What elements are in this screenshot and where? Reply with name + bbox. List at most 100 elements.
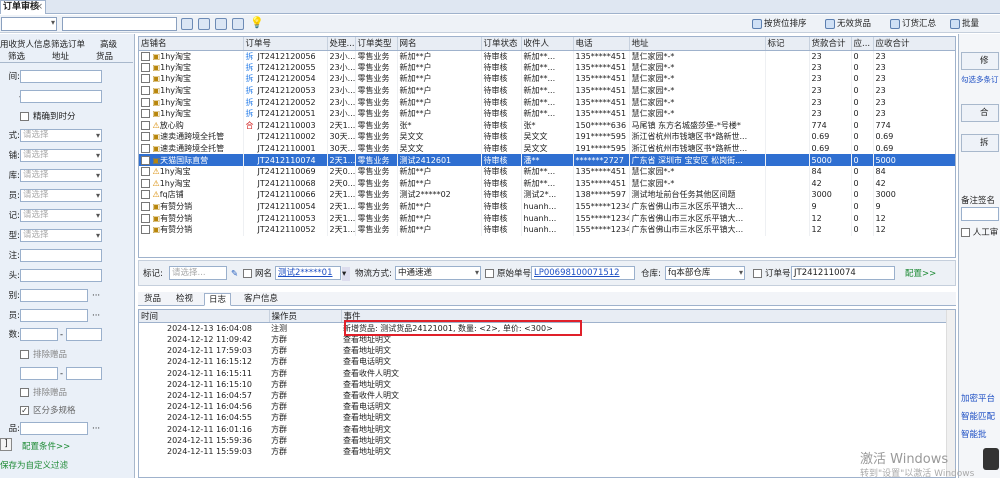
count-max-input[interactable] <box>66 328 102 341</box>
row-checkbox[interactable] <box>141 225 150 235</box>
warehouse-select-detail[interactable]: fq本部仓库 <box>665 266 745 280</box>
table-row[interactable]: ▣有赞分销 JT2412110053 2天1... 零售业务 新加**户 待审核 huanh… <box>139 212 955 224</box>
edit-icon[interactable]: ✎ <box>231 267 238 281</box>
grid-header-5[interactable]: 订单状态 <box>481 37 522 51</box>
table-row[interactable]: ▣速卖通跨境全托管 JT2412110001 30天... 零售业务 吴文文 待审核 吴文文… <box>139 142 955 155</box>
original-order-field[interactable]: LP00698100071512 <box>531 266 635 280</box>
grid-header-1[interactable]: 订单号 <box>243 37 328 51</box>
subtab-goods[interactable]: 货品 <box>96 50 113 62</box>
row-checkbox[interactable] <box>141 132 150 142</box>
tab-customer-info[interactable]: 客户信息 <box>240 293 282 306</box>
count2-min-input[interactable] <box>20 367 58 380</box>
more-icon[interactable]: ··· <box>92 289 100 303</box>
merge-button[interactable]: 合 <box>961 104 999 122</box>
row-checkbox[interactable] <box>141 109 150 119</box>
table-row[interactable]: ⚠1hy淘宝 JT2412110068 2天0... 零售业务 新加**户 待审核 新加**… <box>139 177 955 190</box>
table-row[interactable]: ▣1hy淘宝 拆 JT2412120052 23小... 零售业务 新加**户 待审核 新加*… <box>139 96 955 108</box>
table-row[interactable]: ⚠fq店铺 JT2412110066 2天1... 零售业务 测试2*****02 待审核… <box>139 189 955 201</box>
grid-header-6[interactable]: 收件人 <box>521 37 574 51</box>
grid-header-7[interactable]: 电话 <box>573 37 630 51</box>
table-row[interactable]: ▣1hy淘宝 拆 JT2412120055 23小... 零售业务 新加**户 待审核 新加*… <box>139 61 955 74</box>
exclude-gift-checkbox[interactable] <box>20 350 29 359</box>
head-input[interactable] <box>20 269 102 282</box>
log-row[interactable]: 2024-12-11 16:15:10 方群 查看地址明文 <box>139 379 947 390</box>
save-custom-filter-link[interactable]: 保存为自定义过滤 <box>0 459 68 471</box>
count-min-input[interactable] <box>20 328 58 341</box>
remark-input[interactable] <box>961 207 999 221</box>
row-checkbox[interactable] <box>141 202 150 212</box>
table-row[interactable]: ▣有赞分销 JT2412110052 2天1... 零售业务 新加**户 待审核 huanh… <box>139 223 955 236</box>
table-row[interactable]: ⚠1hy淘宝 JT2412110069 2天0... 零售业务 新加**户 待审核 新加**… <box>139 165 955 178</box>
subtab-filter[interactable]: 筛选 <box>8 50 25 62</box>
row-checkbox[interactable] <box>141 120 150 130</box>
row-checkbox[interactable] <box>141 178 150 188</box>
table-row[interactable]: ▣天猫国际直营 JT2412110074 2天1... 零售业务 测试2412601 待审… <box>139 154 955 166</box>
delete-icon[interactable] <box>232 18 244 30</box>
log-header-time[interactable]: 时间 <box>139 310 270 323</box>
log-row[interactable]: 2024-12-11 17:59:03 方群 查看地址明文 <box>139 345 947 356</box>
method-select[interactable]: 请选择 <box>20 129 102 142</box>
staff-select[interactable]: 请选择 <box>20 189 102 202</box>
grid-header-12[interactable]: 应收合计 <box>873 37 955 51</box>
log-row[interactable]: 2024-12-11 16:04:57 方群 查看收件人明文 <box>139 390 947 401</box>
order-summary-button[interactable]: 订货汇总 <box>890 17 936 31</box>
lightbulb-icon[interactable]: 💡 <box>250 17 264 29</box>
grid-header-2[interactable]: 处理... <box>327 37 356 51</box>
time-start-input[interactable] <box>20 70 102 83</box>
table-row[interactable]: ▣速卖通跨境全托管 JT2412110002 30天... 零售业务 吴文文 待审核 吴文文… <box>139 131 955 143</box>
log-row[interactable]: 2024-12-11 16:04:55 方群 查看地址明文 <box>139 412 947 423</box>
log-row[interactable]: 2024-12-11 16:15:11 方群 查看收件人明文 <box>139 368 947 379</box>
log-row[interactable]: 2024-12-11 16:04:56 方群 查看电话明文 <box>139 401 947 412</box>
grid-header-10[interactable]: 货款合计 <box>809 37 852 51</box>
row-checkbox[interactable] <box>141 51 150 61</box>
log-row[interactable]: 2024-12-11 16:01:16 方群 查看地址明文 <box>139 424 947 435</box>
grid-header-4[interactable]: 网名 <box>397 37 482 51</box>
close-icon[interactable]: × <box>35 1 43 14</box>
refresh-icon[interactable] <box>181 18 193 30</box>
invalid-goods-button[interactable]: 无效货品 <box>825 17 871 31</box>
grid-header-3[interactable]: 订单类型 <box>355 37 398 51</box>
smart-batch-link[interactable]: 智能批 <box>961 428 1000 440</box>
filter-select[interactable] <box>1 17 57 31</box>
row-checkbox[interactable] <box>141 167 150 177</box>
grid-header-0[interactable]: 店铺名 <box>139 37 244 51</box>
table-row[interactable]: ▣1hy淘宝 拆 JT2412120051 23小... 零售业务 新加**户 待审核 新加*… <box>139 107 955 120</box>
modify-button[interactable]: 修 <box>961 52 999 70</box>
export-icon[interactable] <box>198 18 210 30</box>
note-input[interactable] <box>20 249 102 262</box>
manual-review-checkbox[interactable] <box>961 228 970 237</box>
category-input[interactable] <box>20 289 88 302</box>
product-input[interactable] <box>20 422 88 435</box>
tab-goods[interactable]: 货品 <box>140 293 165 306</box>
mark-select[interactable]: 请选择... <box>169 266 227 280</box>
row-checkbox[interactable] <box>141 155 150 165</box>
copy-icon[interactable] <box>215 18 227 30</box>
row-checkbox[interactable] <box>141 62 150 72</box>
order-no-checkbox[interactable] <box>753 269 762 278</box>
row-checkbox[interactable] <box>141 74 150 84</box>
table-row[interactable]: ▣有赞分销 JT2412110054 2天1... 零售业务 新加**户 待审核 huanh… <box>139 200 955 213</box>
smart-match-link[interactable]: 智能匹配 <box>961 410 1000 422</box>
table-row[interactable]: ▣1hy淘宝 拆 JT2412120056 23小... 零售业务 新加**户 待审核 新加*… <box>139 50 955 62</box>
type-select[interactable]: 请选择 <box>20 229 102 242</box>
operator-input[interactable] <box>20 309 88 322</box>
shop-select[interactable]: 请选择 <box>20 149 102 162</box>
log-row[interactable]: 2024-12-11 16:15:12 方群 查看电话明文 <box>139 356 947 367</box>
grid-header-11[interactable]: 应... <box>851 37 874 51</box>
row-checkbox[interactable] <box>141 213 150 223</box>
more-icon[interactable]: ··· <box>92 422 100 436</box>
distinguish-spec-checkbox[interactable] <box>20 406 29 415</box>
count2-max-input[interactable] <box>66 367 102 380</box>
search-button[interactable]: ] <box>0 438 12 451</box>
row-checkbox[interactable] <box>141 97 150 107</box>
orig-order-checkbox[interactable] <box>485 269 494 278</box>
log-row[interactable]: 2024-12-11 15:59:36 方群 查看地址明文 <box>139 435 947 446</box>
log-header-operator[interactable]: 操作员 <box>269 310 342 323</box>
filter-tab-advanced[interactable]: 高级 <box>100 38 117 50</box>
time-end-input[interactable] <box>20 90 102 103</box>
config-link[interactable]: 配置>> <box>905 267 936 281</box>
tab-log[interactable]: 日志 <box>204 293 232 306</box>
search-input[interactable] <box>62 17 177 31</box>
table-row[interactable]: ▣1hy淘宝 拆 JT2412120053 23小... 零售业务 新加**户 待审核 新加*… <box>139 84 955 97</box>
split-button[interactable]: 拆 <box>961 134 999 152</box>
